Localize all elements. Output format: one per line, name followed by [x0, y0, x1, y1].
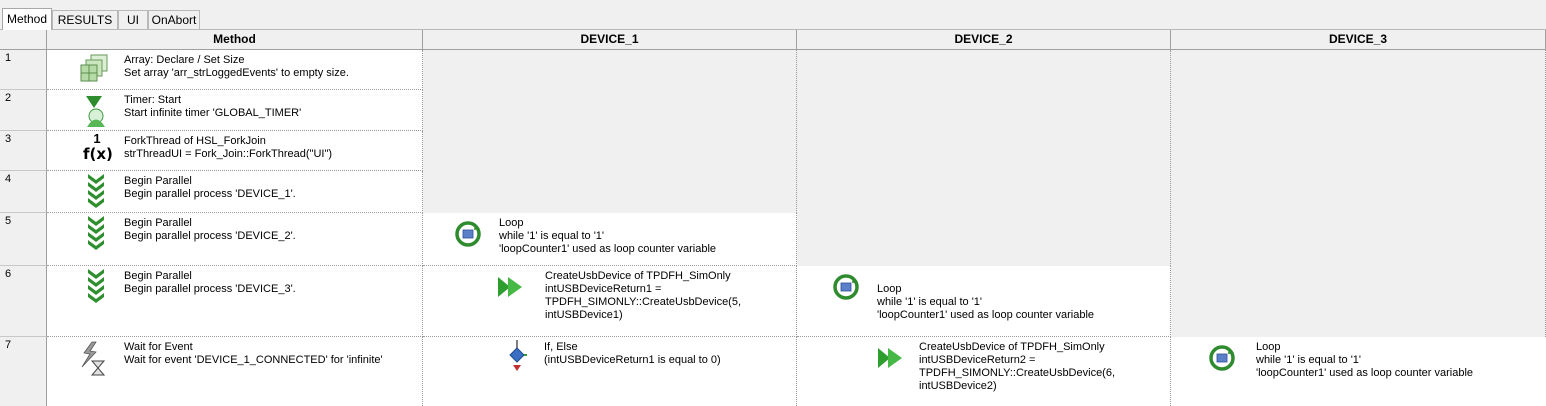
step-description: Begin parallel process 'DEVICE_1'. [124, 188, 296, 200]
step-cell-wait-event[interactable]: Wait for Event Wait for event 'DEVICE_1_… [47, 337, 423, 406]
step-cell-begin-parallel[interactable]: Begin Parallel Begin parallel process 'D… [47, 213, 423, 266]
if-else-icon [509, 340, 527, 371]
step-cell-begin-parallel[interactable]: Begin Parallel Begin parallel process 'D… [47, 266, 423, 337]
step-title: ForkThread of HSL_ForkJoin [124, 135, 266, 147]
loop-icon [455, 221, 481, 247]
method-grid: Method DEVICE_1 DEVICE_2 DEVICE_3 1 2 3 … [0, 30, 1546, 406]
tab-onabort[interactable]: OnAbort [148, 10, 200, 29]
step-description: intUSBDevice2) [919, 380, 997, 392]
row-number[interactable]: 3 [0, 131, 47, 171]
loop-icon [833, 274, 859, 300]
step-title: Loop [1256, 341, 1281, 353]
step-cell-timer[interactable]: Timer: Start Start infinite timer 'GLOBA… [47, 90, 423, 131]
step-description: Begin parallel process 'DEVICE_3'. [124, 283, 296, 295]
parallel-icon [88, 174, 104, 208]
step-description: Wait for event 'DEVICE_1_CONNECTED' for … [124, 354, 383, 366]
function-icon-fx: f(x) [83, 145, 113, 163]
device-1-step-loop[interactable]: Loop while '1' is equal to '1' 'loopCoun… [423, 213, 797, 266]
step-description: 'loopCounter1' used as loop counter vari… [1256, 367, 1474, 379]
step-description: while '1' is equal to '1' [877, 296, 983, 308]
step-title: Array: Declare / Set Size [124, 54, 245, 66]
function-icon-number: 1 [93, 131, 101, 146]
timer-icon [86, 96, 105, 127]
loop-icon [1209, 345, 1235, 371]
function-icon: 1 f(x) [83, 131, 113, 163]
row-number[interactable]: 4 [0, 171, 47, 213]
wait-event-icon [81, 341, 106, 376]
device-2-step-loop[interactable]: Loop while '1' is equal to '1' 'loopCoun… [797, 266, 1171, 337]
header-corner [0, 30, 47, 50]
row-number[interactable]: 1 [0, 50, 47, 90]
step-title: If, Else [544, 341, 578, 353]
column-header-method[interactable]: Method [47, 30, 423, 50]
device-1-step-if-else[interactable]: If, Else (intUSBDeviceReturn1 is equal t… [423, 337, 797, 406]
step-cell-array[interactable]: Array: Declare / Set Size Set array 'arr… [47, 50, 423, 90]
step-description: intUSBDeviceReturn2 = [919, 354, 1036, 366]
step-description: while '1' is equal to '1' [499, 230, 605, 242]
tab-results[interactable]: RESULTS [52, 10, 118, 29]
parallel-icon [88, 216, 104, 250]
device-2-step-create-usb[interactable]: CreateUsbDevice of TPDFH_SimOnly intUSBD… [797, 337, 1171, 406]
tab-bar: Method RESULTS UI OnAbort [0, 0, 1546, 30]
step-arrow-icon [878, 348, 902, 368]
parallel-icon [88, 269, 104, 303]
step-title: Loop [877, 283, 902, 295]
step-description: strThreadUI = Fork_Join::ForkThread("UI"… [124, 148, 333, 160]
step-description: Set array 'arr_strLoggedEvents' to empty… [124, 67, 349, 79]
tab-method[interactable]: Method [2, 8, 52, 30]
row-number[interactable]: 5 [0, 213, 47, 266]
step-title: Loop [499, 217, 524, 229]
step-description: intUSBDeviceReturn1 = [545, 283, 662, 295]
empty-area-device-1 [423, 50, 797, 213]
array-icon [80, 54, 108, 82]
row-number[interactable]: 6 [0, 266, 47, 337]
step-title: Wait for Event [124, 341, 193, 353]
step-description: TPDFH_SIMONLY::CreateUsbDevice(6, [919, 367, 1116, 379]
empty-area-device-2 [797, 50, 1171, 266]
column-header-device-1[interactable]: DEVICE_1 [423, 30, 797, 50]
step-title: Timer: Start [124, 94, 182, 106]
step-description: (intUSBDeviceReturn1 is equal to 0) [544, 354, 721, 366]
step-title: Begin Parallel [124, 217, 192, 229]
column-header-device-2[interactable]: DEVICE_2 [797, 30, 1171, 50]
step-arrow-icon [498, 277, 522, 297]
row-number[interactable]: 2 [0, 90, 47, 131]
device-3-step-loop[interactable]: Loop while '1' is equal to '1' 'loopCoun… [1171, 337, 1546, 406]
step-description: Start infinite timer 'GLOBAL_TIMER' [124, 107, 302, 119]
step-title: Begin Parallel [124, 270, 192, 282]
device-1-step-create-usb[interactable]: CreateUsbDevice of TPDFH_SimOnly intUSBD… [423, 266, 797, 337]
tab-ui[interactable]: UI [118, 10, 148, 29]
step-cell-begin-parallel[interactable]: Begin Parallel Begin parallel process 'D… [47, 171, 423, 213]
column-header-device-3[interactable]: DEVICE_3 [1171, 30, 1546, 50]
step-description: Begin parallel process 'DEVICE_2'. [124, 230, 296, 242]
step-title: CreateUsbDevice of TPDFH_SimOnly [545, 270, 731, 282]
empty-area-device-3 [1171, 50, 1546, 337]
step-description: 'loopCounter1' used as loop counter vari… [877, 309, 1095, 321]
step-cell-forkthread[interactable]: 1 f(x) ForkThread of HSL_ForkJoin strThr… [47, 131, 423, 171]
step-description: while '1' is equal to '1' [1256, 354, 1362, 366]
step-title: CreateUsbDevice of TPDFH_SimOnly [919, 341, 1105, 353]
row-number[interactable]: 7 [0, 337, 47, 406]
step-title: Begin Parallel [124, 175, 192, 187]
step-description: 'loopCounter1' used as loop counter vari… [499, 243, 717, 255]
step-description: intUSBDevice1) [545, 309, 623, 321]
step-description: TPDFH_SIMONLY::CreateUsbDevice(5, [545, 296, 742, 308]
